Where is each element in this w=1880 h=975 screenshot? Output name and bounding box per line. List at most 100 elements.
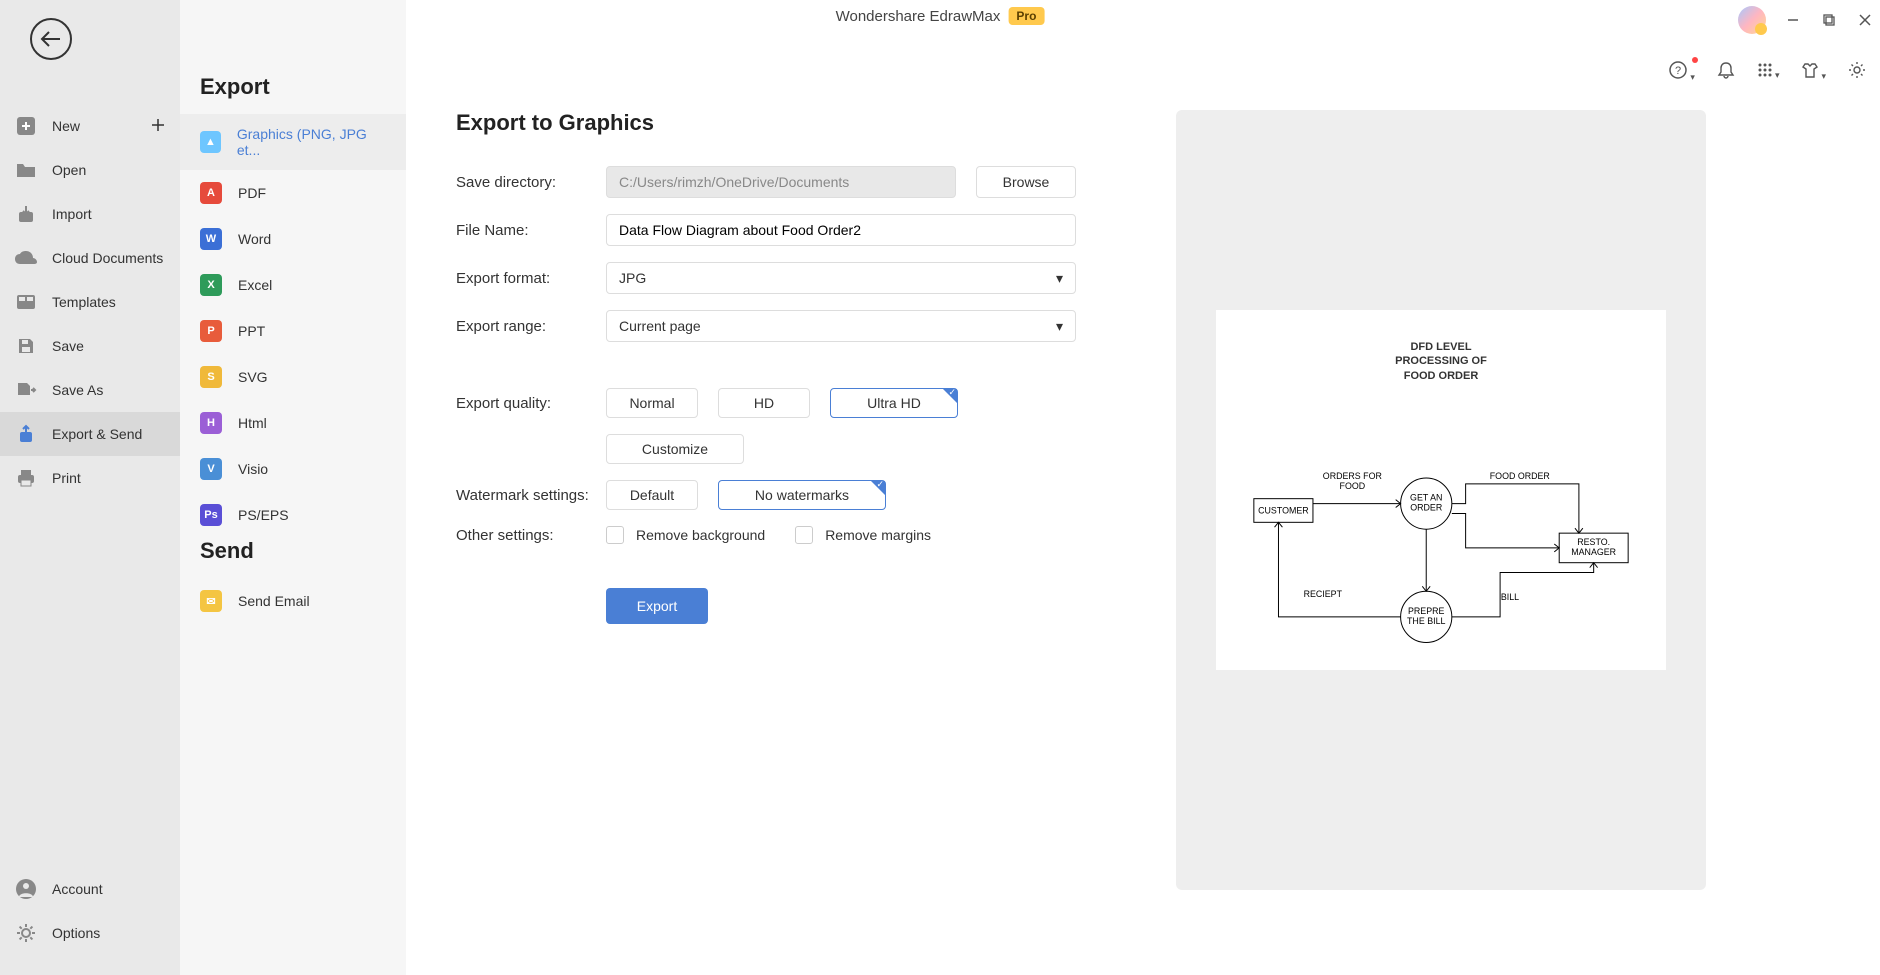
file-name-input[interactable] xyxy=(606,214,1076,246)
nav-label: New xyxy=(52,118,80,134)
nav-import[interactable]: Import xyxy=(0,192,180,236)
primary-sidebar: New Open Import Cloud Documents Template… xyxy=(0,0,180,975)
svg-text:GET AN: GET AN xyxy=(1410,493,1442,503)
save-directory-input xyxy=(606,166,956,198)
nav-templates[interactable]: Templates xyxy=(0,280,180,324)
svg-text:CUSTOMER: CUSTOMER xyxy=(1258,505,1309,515)
main-content: Export to Graphics Save directory: Brows… xyxy=(406,0,1880,975)
format-pseps[interactable]: PsPS/EPS xyxy=(180,492,406,538)
email-icon: ✉ xyxy=(200,590,222,612)
user-avatar-icon[interactable] xyxy=(1738,6,1766,34)
shirt-icon[interactable]: ▾ xyxy=(1801,61,1826,82)
send-email[interactable]: ✉Send Email xyxy=(180,578,406,624)
nav-new[interactable]: New xyxy=(0,104,180,148)
diagram-title: DFD LEVEL PROCESSING OF FOOD ORDER xyxy=(1244,340,1638,383)
svg-text:PREPRE: PREPRE xyxy=(1408,606,1445,616)
format-pdf[interactable]: APDF xyxy=(180,170,406,216)
watermark-none-button[interactable]: No watermarks xyxy=(718,480,886,510)
export-button[interactable]: Export xyxy=(606,588,708,624)
nav-account[interactable]: Account xyxy=(0,867,180,911)
format-ppt[interactable]: PPPT xyxy=(180,308,406,354)
svg-text:?: ? xyxy=(1675,65,1681,77)
gear-icon[interactable] xyxy=(1848,61,1866,82)
maximize-button[interactable] xyxy=(1820,11,1838,29)
format-svg[interactable]: SSVG xyxy=(180,354,406,400)
save-icon xyxy=(14,334,38,358)
export-range-select[interactable]: Current page▾ xyxy=(606,310,1076,342)
nav-label: Save xyxy=(52,338,84,354)
nav-save[interactable]: Save xyxy=(0,324,180,368)
svg-text:RESTO.: RESTO. xyxy=(1577,537,1610,547)
account-icon xyxy=(14,877,38,901)
remove-margins-checkbox[interactable]: Remove margins xyxy=(795,526,931,544)
nav-save-as[interactable]: Save As xyxy=(0,368,180,412)
svg-text:THE BILL: THE BILL xyxy=(1407,616,1445,626)
html-file-icon: H xyxy=(200,412,222,434)
export-format-sidebar: Export ▲ Graphics (PNG, JPG et... APDF WW… xyxy=(180,0,406,975)
close-button[interactable] xyxy=(1856,11,1874,29)
visio-file-icon: V xyxy=(200,458,222,480)
nav-label: Options xyxy=(52,925,100,941)
chevron-down-icon: ▾ xyxy=(1056,270,1063,287)
browse-button[interactable]: Browse xyxy=(976,166,1076,198)
bell-icon[interactable] xyxy=(1717,61,1735,82)
export-heading: Export xyxy=(180,74,406,114)
grid-icon[interactable]: ▾ xyxy=(1757,62,1780,81)
remove-background-checkbox[interactable]: Remove background xyxy=(606,526,765,544)
nav-label: Open xyxy=(52,162,86,178)
quality-hd-button[interactable]: HD xyxy=(718,388,810,418)
label-save-dir: Save directory: xyxy=(456,174,606,191)
nav-label: Export & Send xyxy=(52,426,142,442)
format-label: Graphics (PNG, JPG et... xyxy=(237,126,386,158)
quality-normal-button[interactable]: Normal xyxy=(606,388,698,418)
nav-cloud[interactable]: Cloud Documents xyxy=(0,236,180,280)
preview-page: DFD LEVEL PROCESSING OF FOOD ORDER CUSTO… xyxy=(1216,310,1666,670)
folder-icon xyxy=(14,158,38,182)
nav-open[interactable]: Open xyxy=(0,148,180,192)
nav-label: Cloud Documents xyxy=(52,250,163,266)
format-label: Html xyxy=(238,415,267,431)
plus-square-icon xyxy=(14,114,38,138)
diagram-preview: CUSTOMER GET AN ORDER RESTO. MANAGER PRE… xyxy=(1244,413,1638,673)
image-file-icon: ▲ xyxy=(200,131,221,153)
watermark-default-button[interactable]: Default xyxy=(606,480,698,510)
label-other: Other settings: xyxy=(456,527,606,544)
ppt-file-icon: P xyxy=(200,320,222,342)
svg-text:ORDERS FOR: ORDERS FOR xyxy=(1323,471,1382,481)
quality-ultra-hd-button[interactable]: Ultra HD xyxy=(830,388,958,418)
format-html[interactable]: H Html xyxy=(180,400,406,446)
nav-print[interactable]: Print xyxy=(0,456,180,500)
nav-label: Templates xyxy=(52,294,116,310)
nav-export-send[interactable]: Export & Send xyxy=(0,412,180,456)
label-quality: Export quality: xyxy=(456,395,606,412)
nav-label: Import xyxy=(52,206,92,222)
svg-text:ORDER: ORDER xyxy=(1410,502,1442,512)
export-format-select[interactable]: JPG▾ xyxy=(606,262,1076,294)
app-title: Wondershare EdrawMax xyxy=(836,8,1001,25)
minimize-button[interactable] xyxy=(1784,11,1802,29)
send-heading: Send xyxy=(180,538,406,578)
format-label: Excel xyxy=(238,277,272,293)
cloud-icon xyxy=(14,246,38,270)
page-title: Export to Graphics xyxy=(456,110,1076,136)
plus-icon[interactable] xyxy=(150,117,166,136)
format-label: Word xyxy=(238,231,271,247)
help-icon[interactable]: ?▾ xyxy=(1668,60,1695,83)
format-graphics[interactable]: ▲ Graphics (PNG, JPG et... xyxy=(180,114,406,170)
label-format: Export format: xyxy=(456,270,606,287)
format-excel[interactable]: XExcel xyxy=(180,262,406,308)
nav-options[interactable]: Options xyxy=(0,911,180,955)
save-as-icon xyxy=(14,378,38,402)
options-gear-icon xyxy=(14,921,38,945)
format-visio[interactable]: V Visio xyxy=(180,446,406,492)
customize-button[interactable]: Customize xyxy=(606,434,744,464)
nav-label: Print xyxy=(52,470,81,486)
format-label: Visio xyxy=(238,461,268,477)
format-word[interactable]: WWord xyxy=(180,216,406,262)
checkbox-icon xyxy=(795,526,813,544)
label-watermark: Watermark settings: xyxy=(456,487,606,504)
ps-file-icon: Ps xyxy=(200,504,222,526)
svg-text:BILL: BILL xyxy=(1501,592,1519,602)
nav-label: Save As xyxy=(52,382,103,398)
format-label: PDF xyxy=(238,185,266,201)
